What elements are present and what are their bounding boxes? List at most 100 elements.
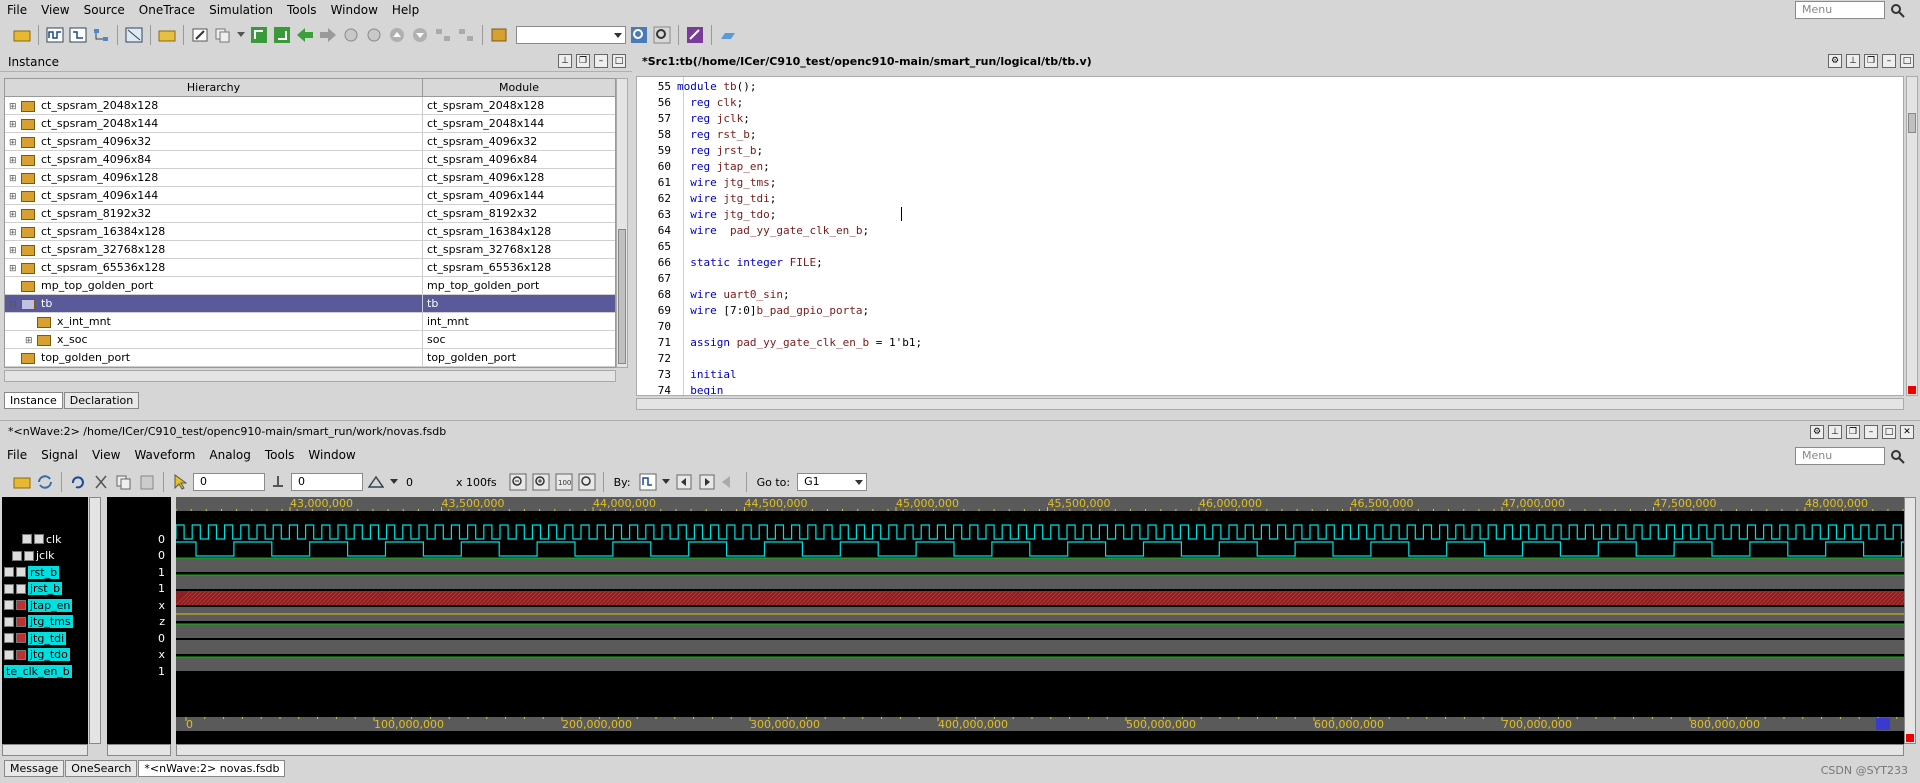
expand-icon[interactable]: ⊞ [9,224,21,240]
maximize-icon[interactable]: □ [1900,54,1914,68]
wave-menu-view[interactable]: View [85,445,127,465]
expand-icon[interactable]: ⊞ [9,152,21,168]
find-next-icon[interactable] [652,25,672,45]
tab-message[interactable]: Message [4,760,65,777]
tab-declaration[interactable]: Declaration [63,392,140,409]
tab-nwave[interactable]: *<nWave:2> novas.fsdb [138,760,286,777]
expand-icon[interactable]: ⊞ [9,116,21,132]
close-icon[interactable]: ✕ [1900,425,1914,439]
menu-tools[interactable]: Tools [280,0,324,20]
instance-tree-row[interactable]: x_int_mnt int_mnt [5,313,615,331]
source-editor[interactable]: 55 module tb(); 56 reg clk; 57 reg jclk; 58 … [636,76,1904,396]
run-icon[interactable] [718,25,738,45]
signal-name-row[interactable]: jclk [2,548,88,564]
step-icon[interactable] [341,25,361,45]
settings-icon[interactable]: ⚙ [1828,54,1842,68]
network-icon[interactable] [433,25,453,45]
instance-tree-row[interactable]: ⊞ ct_spsram_65536x128 ct_spsram_65536x128 [5,259,615,277]
down-icon[interactable] [410,25,430,45]
value-hscrollbar[interactable] [107,744,171,756]
marker-icon[interactable] [268,472,288,492]
undo-icon[interactable] [68,472,88,492]
signal-name-row[interactable]: jrst_b [2,581,88,597]
search-back-icon[interactable] [720,472,740,492]
wave-menu-signal[interactable]: Signal [34,445,85,465]
up-icon[interactable] [387,25,407,45]
open-folder-icon[interactable] [12,25,32,45]
module-column-header[interactable]: Module [423,79,615,96]
waveform-icon[interactable] [45,25,65,45]
edit-icon[interactable] [190,25,210,45]
zoom-in-icon[interactable] [531,472,551,492]
copy-icon[interactable] [213,25,233,45]
expand-icon[interactable]: ⊞ [25,332,37,348]
search-by-icon[interactable] [638,472,658,492]
tab-instance[interactable]: Instance [4,392,63,409]
instance-tree-row[interactable]: ⊞ ct_spsram_16384x128 ct_spsram_16384x128 [5,223,615,241]
menu-help[interactable]: Help [385,0,426,20]
trace-down-icon[interactable] [272,25,292,45]
undock-icon[interactable]: ❐ [1846,425,1860,439]
wave-menu-analog[interactable]: Analog [202,445,257,465]
forward-arrow-icon[interactable] [318,25,338,45]
wave-hscrollbar[interactable] [176,744,1904,756]
source-search-combo[interactable] [516,26,626,44]
wave-menu-tools[interactable]: Tools [258,445,302,465]
expand-icon[interactable]: ⊞ [9,242,21,258]
hierarchy-icon[interactable] [91,25,111,45]
source-vscrollbar[interactable] [1906,76,1918,396]
signal-name-row[interactable]: jtg_tms [2,614,88,630]
signal-name-row[interactable]: rst_b [2,564,88,580]
expand-icon[interactable]: ⊞ [9,188,21,204]
source-hscrollbar[interactable] [636,398,1904,410]
package-icon[interactable] [489,25,509,45]
pin-icon[interactable]: ⊥ [1828,425,1842,439]
goto-select[interactable]: G1 [797,473,868,491]
copy-icon[interactable] [114,472,134,492]
zoom-fit-icon[interactable]: 100 [554,472,574,492]
pin-icon[interactable]: ⊥ [1846,54,1860,68]
instance-tree-row[interactable]: ⊞ ct_spsram_2048x128 ct_spsram_2048x128 [5,97,615,115]
menu-window[interactable]: Window [324,0,385,20]
delta-icon[interactable] [366,472,386,492]
wave-vscrollbar[interactable] [1904,497,1916,744]
instance-tree-row[interactable]: ⊞ ct_spsram_32768x128 ct_spsram_32768x128 [5,241,615,259]
paste-icon[interactable] [137,472,157,492]
menu-view[interactable]: View [34,0,76,20]
folder-icon[interactable] [157,25,177,45]
open-folder-icon[interactable] [12,472,32,492]
signal-name-row[interactable]: jtg_tdi [2,630,88,646]
instance-hscrollbar[interactable] [4,370,616,382]
menu-source[interactable]: Source [77,0,132,20]
cut-icon[interactable] [91,472,111,492]
scroll-thumb[interactable] [1908,113,1916,133]
instance-tree-row[interactable]: ⊞ ct_spsram_4096x84 ct_spsram_4096x84 [5,151,615,169]
undock-icon[interactable]: ❐ [576,54,590,68]
undock-icon[interactable]: ❐ [1864,54,1878,68]
maximize-icon[interactable]: □ [1882,425,1896,439]
schematic-icon[interactable] [68,25,88,45]
pin-icon[interactable]: ⊥ [558,54,572,68]
state-machine-icon[interactable] [124,25,144,45]
cursor-time-input[interactable]: 0 [193,473,265,491]
instance-tree-row[interactable]: ⊞ ct_spsram_4096x128 ct_spsram_4096x128 [5,169,615,187]
search-icon[interactable] [1888,447,1908,467]
dropdown-arrow-icon[interactable] [389,472,399,492]
back-arrow-icon[interactable] [295,25,315,45]
dropdown-arrow-icon[interactable] [236,25,246,45]
minimize-icon[interactable]: – [1864,425,1878,439]
instance-tree-row[interactable]: ⊞ ct_spsram_8192x32 ct_spsram_8192x32 [5,205,615,223]
expand-icon[interactable]: ⊟ [9,296,21,312]
signal-name-vscrollbar[interactable] [89,497,101,744]
instance-tree-row[interactable]: ⊞ x_soc soc [5,331,615,349]
instance-tree-row[interactable]: ⊞ ct_spsram_4096x32 ct_spsram_4096x32 [5,133,615,151]
find-icon[interactable] [629,25,649,45]
settings-icon[interactable]: ⚙ [1810,425,1824,439]
instance-tree-row[interactable]: ⊞ ct_spsram_2048x144 ct_spsram_2048x144 [5,115,615,133]
search-icon[interactable] [1888,1,1908,21]
zoom-all-icon[interactable] [577,472,597,492]
menu-file[interactable]: File [0,0,34,20]
name-hscrollbar[interactable] [2,744,88,756]
menu-onetrace[interactable]: OneTrace [132,0,202,20]
expand-icon[interactable]: ⊞ [9,170,21,186]
